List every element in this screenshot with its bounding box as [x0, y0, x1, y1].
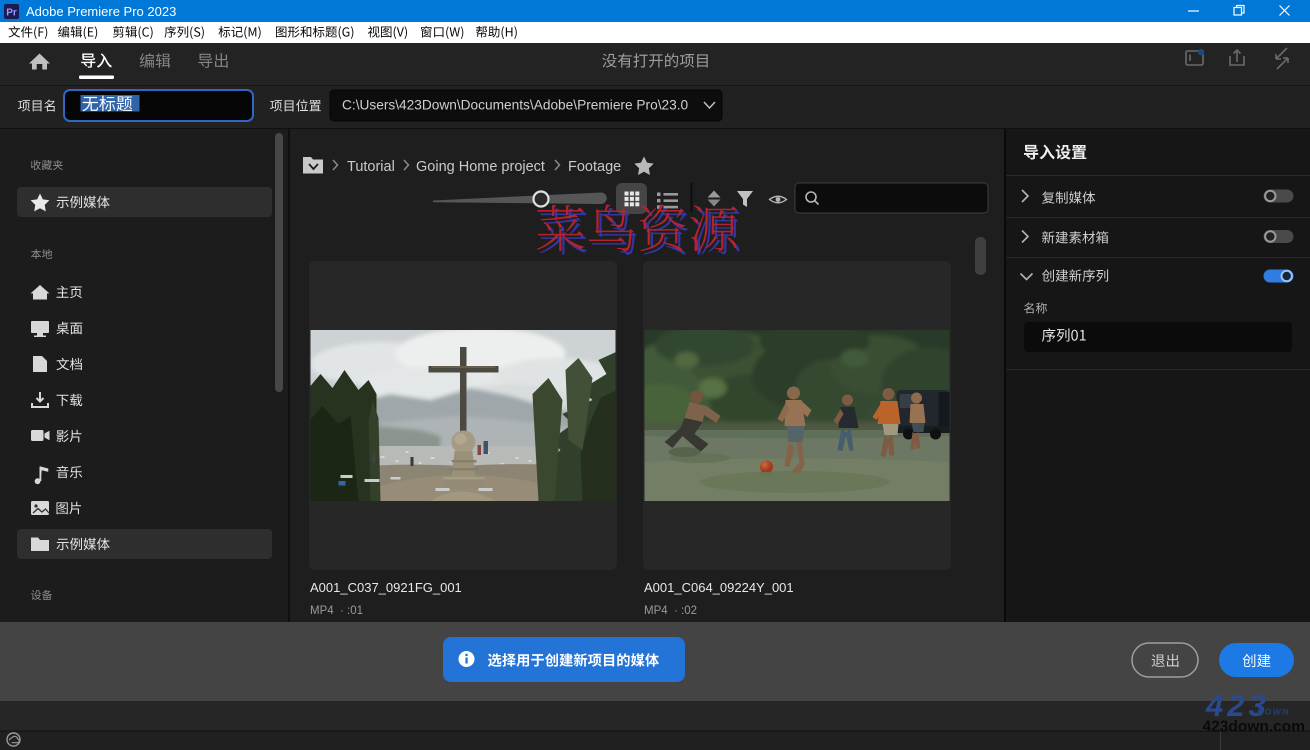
svg-text:MP4: MP4 — [644, 605, 668, 617]
svg-text:A001_C037_0921FG_001: A001_C037_0921FG_001 — [310, 580, 462, 595]
svg-text:A001_C064_09224Y_001: A001_C064_09224Y_001 — [644, 580, 794, 595]
svg-text:Tutorial: Tutorial — [347, 159, 395, 175]
svg-text:Going Home project: Going Home project — [416, 159, 545, 175]
svg-text::01: :01 — [347, 605, 363, 617]
svg-text:·: · — [340, 605, 344, 617]
svg-text:Adobe Premiere Pro 2023: Adobe Premiere Pro 2023 — [26, 4, 176, 19]
svg-text:MP4: MP4 — [310, 605, 334, 617]
svg-text::02: :02 — [681, 605, 697, 617]
svg-text:423down.com: 423down.com — [1203, 719, 1306, 736]
svg-text:Footage: Footage — [568, 159, 621, 175]
svg-text:Pr: Pr — [6, 8, 17, 19]
svg-text:C:\Users\423Down\Documents\Ado: C:\Users\423Down\Documents\Adobe\Premier… — [342, 98, 689, 113]
svg-text:DOWN: DOWN — [1257, 707, 1290, 717]
svg-text:·: · — [674, 605, 678, 617]
